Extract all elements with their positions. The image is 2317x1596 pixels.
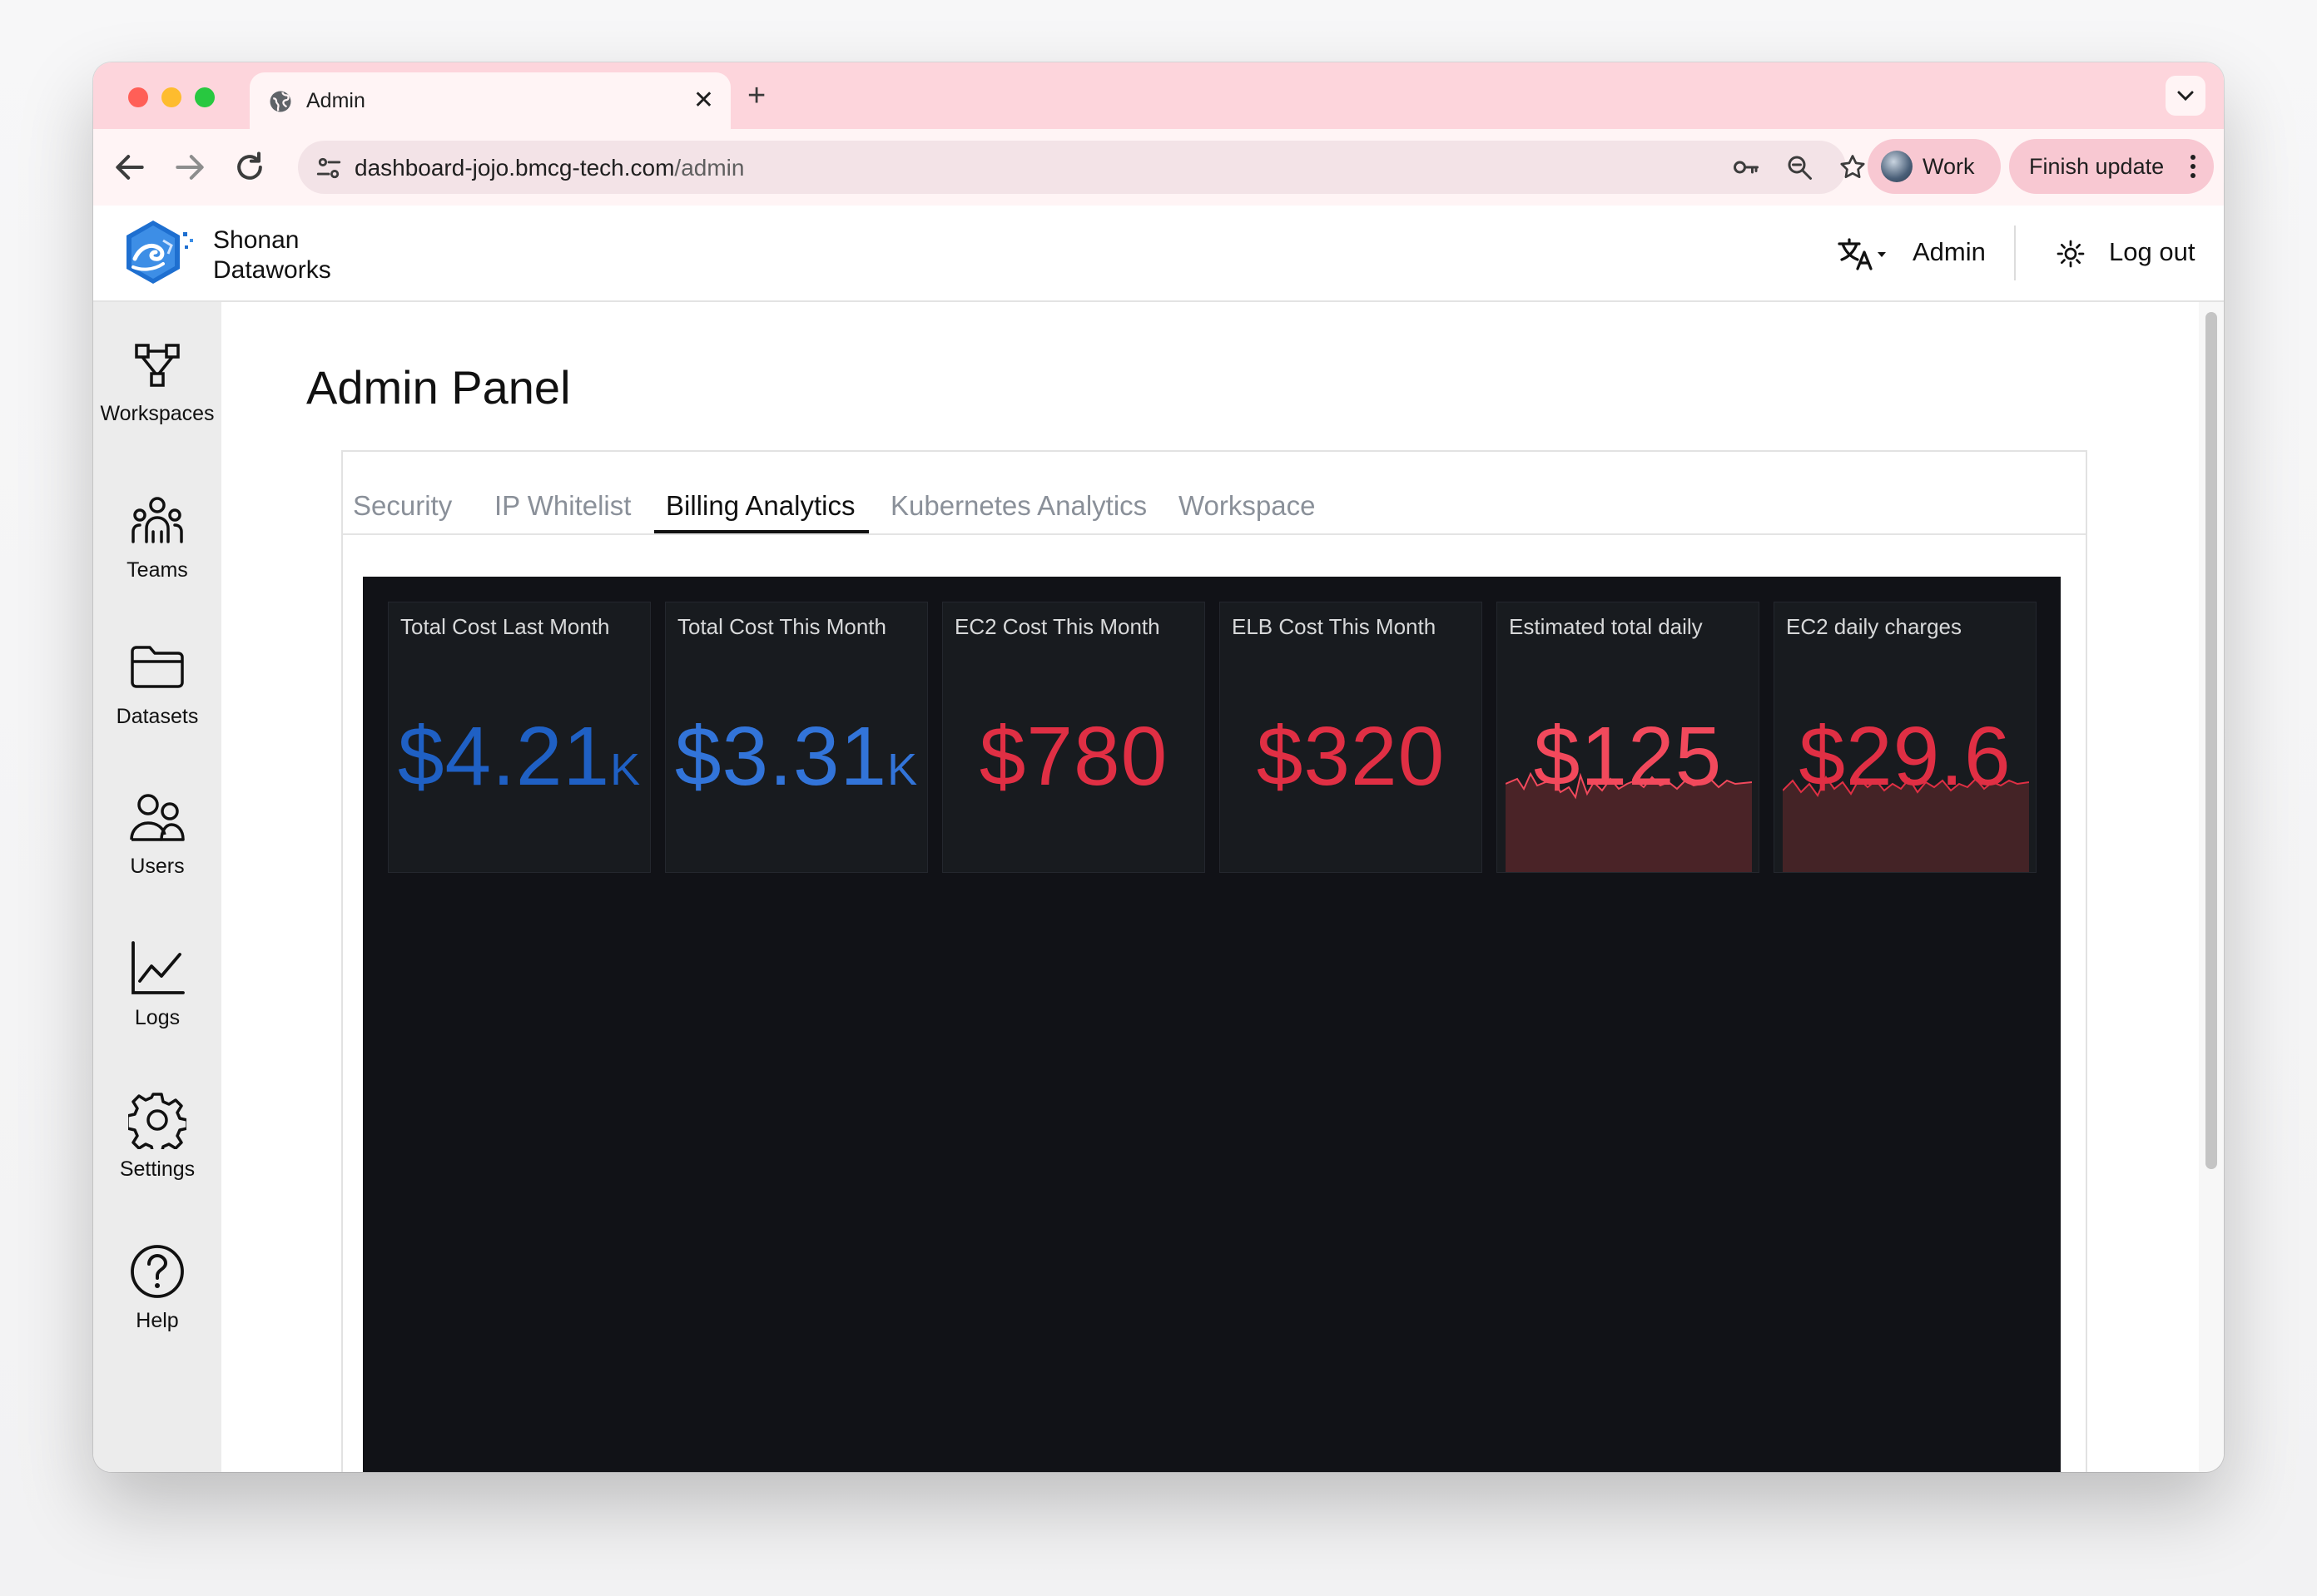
logout-button[interactable]: Log out xyxy=(2109,237,2195,267)
stat-number: $3.31 xyxy=(674,710,888,803)
tab-search-button[interactable] xyxy=(2166,76,2205,116)
site-info-icon[interactable] xyxy=(315,154,343,182)
stat-value: $320 xyxy=(1220,711,1481,802)
minimize-window-button[interactable] xyxy=(161,87,181,107)
stat-number: $125 xyxy=(1533,710,1723,803)
back-arrow-icon[interactable] xyxy=(112,149,148,186)
sidebar-item-users[interactable]: Users xyxy=(93,788,221,879)
stat-panel-elb-cost-this-month[interactable]: ELB Cost This Month $320 xyxy=(1219,602,1482,873)
finish-update-button[interactable]: Finish update xyxy=(2009,139,2214,194)
address-bar[interactable]: dashboard-jojo.bmcg-tech.com/admin xyxy=(298,141,1865,194)
key-icon[interactable] xyxy=(1731,152,1761,182)
url-text: dashboard-jojo.bmcg-tech.com/admin xyxy=(355,155,744,181)
app-header: Shonan Dataworks Admin Log out xyxy=(93,206,2224,302)
sidebar-item-workspaces[interactable]: Workspaces xyxy=(93,335,221,426)
help-icon xyxy=(131,1245,184,1298)
stat-number: $320 xyxy=(1256,710,1446,803)
stat-value: $29.6 xyxy=(1774,711,2036,802)
page-title: Admin Panel xyxy=(306,361,571,414)
browser-tab-title: Admin xyxy=(306,89,365,112)
tab-billing-analytics[interactable]: Billing Analytics xyxy=(666,490,855,522)
stat-number: $29.6 xyxy=(1799,710,2012,803)
stat-panel-ec2-cost-this-month[interactable]: EC2 Cost This Month $780 xyxy=(942,602,1205,873)
stat-panel-total-cost-this-month[interactable]: Total Cost This Month $3.31K xyxy=(665,602,928,873)
finish-update-label: Finish update xyxy=(2029,154,2165,179)
stat-title: ELB Cost This Month xyxy=(1232,614,1436,639)
billing-dashboard: Total Cost Last Month $4.21K Total Cost … xyxy=(363,577,2061,1472)
sidebar-item-settings[interactable]: Settings xyxy=(93,1091,221,1182)
stat-value: $3.31K xyxy=(666,711,927,815)
stat-number: $4.21 xyxy=(397,710,611,803)
brand-logo-icon xyxy=(127,221,193,284)
sidebar-label-teams: Teams xyxy=(127,558,188,582)
maximize-window-button[interactable] xyxy=(195,87,215,107)
reload-icon[interactable] xyxy=(231,149,268,186)
folder-icon xyxy=(131,646,184,688)
sidebar-label-logs: Logs xyxy=(134,1006,181,1029)
browser-window: Admin ✕ + dashboard-jojo.bmcg-tech.com/a… xyxy=(93,62,2224,1472)
admin-panel-card: Security IP Whitelist Billing Analytics … xyxy=(341,450,2087,1472)
tab-workspace[interactable]: Workspace xyxy=(1178,490,1315,522)
chevron-down-icon xyxy=(2177,91,2194,102)
sidebar: Workspaces Teams Datasets Users Logs Set… xyxy=(93,302,221,1472)
tab-ip-whitelist[interactable]: IP Whitelist xyxy=(494,490,631,522)
admin-tabs: Security IP Whitelist Billing Analytics … xyxy=(343,452,2086,535)
close-tab-icon[interactable]: ✕ xyxy=(693,84,714,117)
stat-panel-total-cost-last-month[interactable]: Total Cost Last Month $4.21K xyxy=(388,602,651,873)
sidebar-label-workspaces: Workspaces xyxy=(100,402,215,425)
forward-arrow-icon[interactable] xyxy=(171,149,208,186)
stat-unit: K xyxy=(610,745,642,795)
sun-icon[interactable] xyxy=(2056,239,2086,269)
new-tab-button[interactable]: + xyxy=(747,79,766,112)
stat-value: $125 xyxy=(1497,711,1759,802)
zoom-icon[interactable] xyxy=(1784,152,1814,182)
sidebar-item-datasets[interactable]: Datasets xyxy=(93,638,221,729)
url-host: dashboard-jojo.bmcg-tech.com xyxy=(355,155,675,181)
tab-security[interactable]: Security xyxy=(353,490,452,522)
stat-panel-estimated-total-daily[interactable]: Estimated total daily $125 xyxy=(1496,602,1759,873)
browser-toolbar: dashboard-jojo.bmcg-tech.com/admin Work … xyxy=(93,129,2224,206)
kebab-menu-icon xyxy=(2190,155,2195,178)
browser-tabstrip: Admin ✕ + xyxy=(93,62,2224,129)
profile-button[interactable]: Work xyxy=(1868,139,2001,194)
user-menu[interactable]: Admin xyxy=(1913,237,1986,267)
browser-tab-admin[interactable]: Admin ✕ xyxy=(250,72,731,129)
avatar xyxy=(1881,151,1913,182)
header-divider xyxy=(2014,226,2016,280)
sidebar-label-datasets: Datasets xyxy=(116,705,199,728)
close-window-button[interactable] xyxy=(128,87,148,107)
tab-kubernetes-analytics[interactable]: Kubernetes Analytics xyxy=(891,490,1147,522)
translate-icon[interactable] xyxy=(1836,235,1889,272)
globe-icon xyxy=(270,91,291,112)
stat-title: Total Cost This Month xyxy=(677,614,886,639)
stat-title: Estimated total daily xyxy=(1509,614,1703,639)
stat-value: $780 xyxy=(943,711,1204,802)
active-tab-indicator xyxy=(654,530,869,533)
sidebar-label-settings: Settings xyxy=(119,1157,196,1181)
sidebar-label-help: Help xyxy=(136,1309,179,1332)
stat-number: $780 xyxy=(979,710,1168,803)
chart-line-icon xyxy=(131,941,185,994)
users-icon xyxy=(130,794,185,841)
stat-title: EC2 Cost This Month xyxy=(955,614,1160,639)
sidebar-item-help[interactable]: Help xyxy=(93,1242,221,1333)
brand-name-line2: Dataworks xyxy=(213,256,331,284)
brand-name: Shonan Dataworks xyxy=(213,226,331,285)
sidebar-item-teams[interactable]: Teams xyxy=(93,492,221,582)
sidebar-item-logs[interactable]: Logs xyxy=(93,939,221,1030)
scrollbar-thumb[interactable] xyxy=(2205,312,2217,1169)
gear-icon xyxy=(128,1093,186,1149)
sidebar-label-users: Users xyxy=(130,855,185,878)
workspaces-icon xyxy=(135,344,180,387)
stat-panel-ec2-daily-charges[interactable]: EC2 daily charges $29.6 xyxy=(1774,602,2037,873)
star-icon[interactable] xyxy=(1838,152,1868,182)
brand-name-line1: Shonan xyxy=(213,226,300,254)
profile-label: Work xyxy=(1923,154,1975,179)
stat-unit: K xyxy=(887,745,919,795)
url-path: /admin xyxy=(674,155,745,181)
stat-title: EC2 daily charges xyxy=(1786,614,1962,639)
stat-title: Total Cost Last Month xyxy=(400,614,610,639)
stat-value: $4.21K xyxy=(389,711,650,815)
teams-icon xyxy=(131,497,183,543)
